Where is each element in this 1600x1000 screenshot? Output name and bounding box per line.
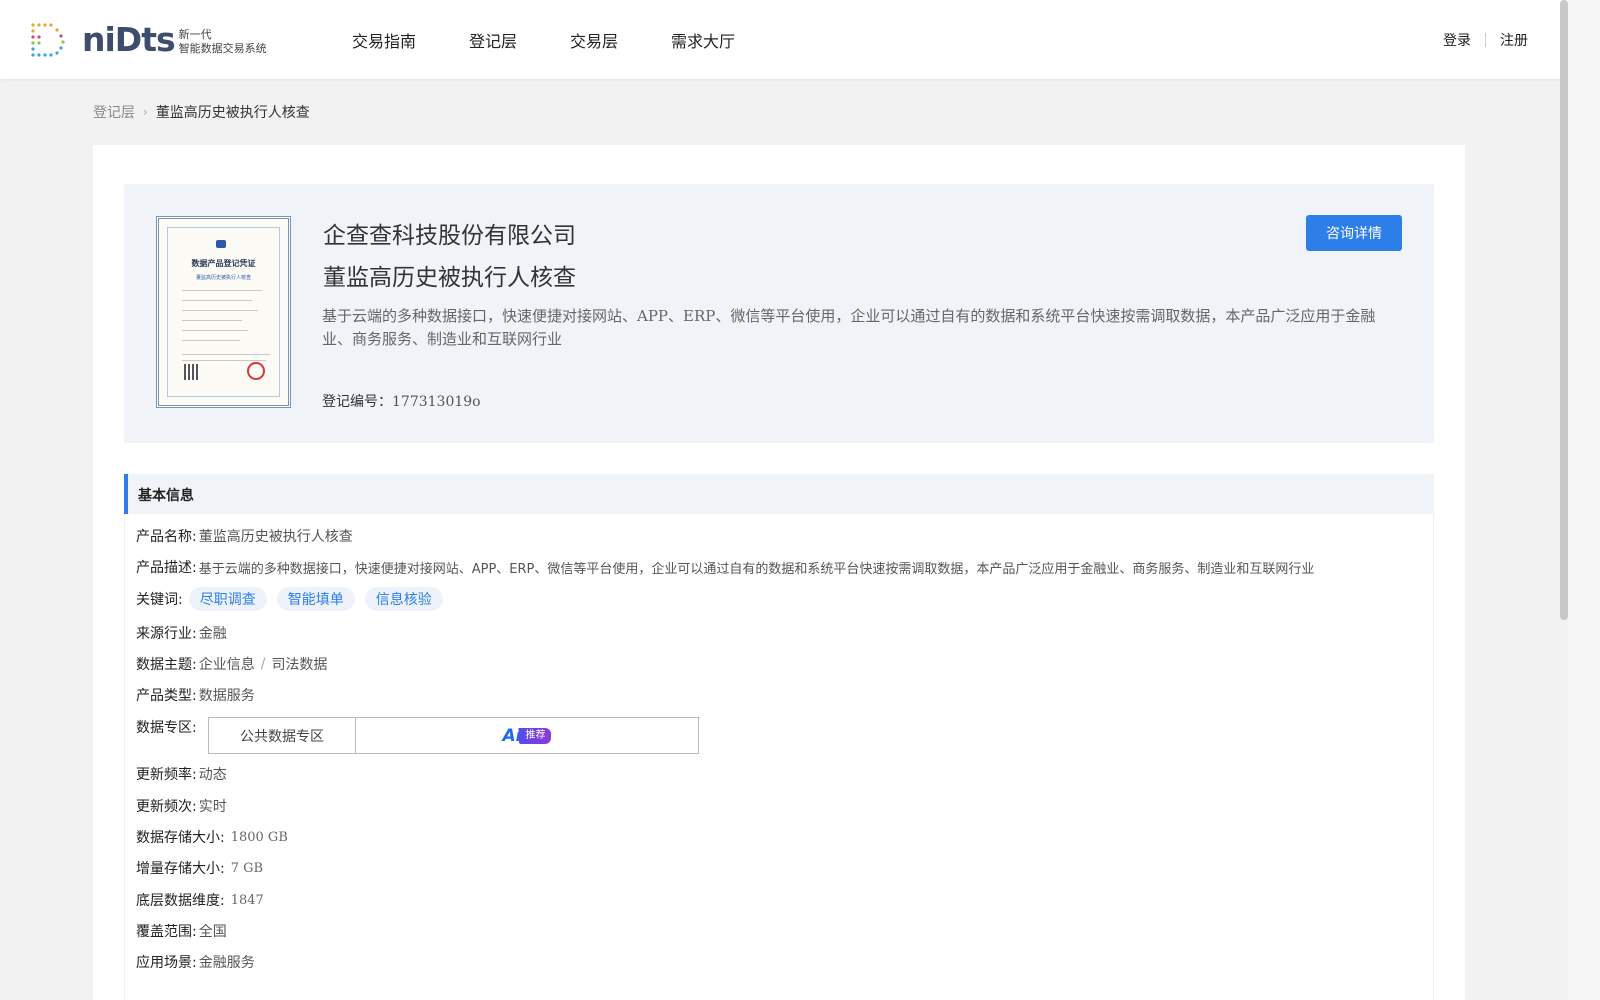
- info-label: 数据存储大小:: [136, 830, 225, 846]
- info-label: 更新频率:: [136, 767, 197, 783]
- info-label: 关键词:: [136, 592, 183, 608]
- nav-registration-layer[interactable]: 登记层: [469, 28, 517, 52]
- main-nav: 交易指南 登记层 交易层 需求大厅: [352, 0, 788, 79]
- ai-recommend-tag: 推荐: [519, 727, 552, 744]
- info-row-scene: 应用场景: 金融服务: [136, 952, 255, 972]
- certificate-line: [182, 310, 258, 311]
- info-row-type: 产品类型: 数据服务: [136, 685, 255, 705]
- info-value: 基于云端的多种数据接口，快速便捷对接网站、APP、ERP、微信等平台使用，企业可…: [198, 561, 1315, 577]
- info-row-product-name: 产品名称: 董监高历史被执行人核查: [136, 526, 353, 546]
- company-name: 企查查科技股份有限公司: [323, 223, 576, 249]
- info-value: 动态: [198, 767, 227, 783]
- info-row-storage: 数据存储大小: 1800 GB: [136, 827, 288, 847]
- info-value: 7 GB: [230, 860, 264, 876]
- info-row-industry: 来源行业: 金融: [136, 623, 227, 643]
- nav-demand-hall[interactable]: 需求大厅: [671, 28, 735, 52]
- page-scrollbar-track[interactable]: [1568, 0, 1600, 1000]
- certificate-logo-icon: [216, 240, 226, 248]
- info-row-frequency: 更新频率: 动态: [136, 764, 227, 784]
- certificate-line: [182, 300, 252, 301]
- info-row-times: 更新频次: 实时: [136, 796, 227, 816]
- info-row-coverage: 覆盖范围: 全国: [136, 921, 227, 941]
- info-value: 1800 GB: [230, 829, 288, 845]
- certificate-image: 数据产品登记凭证 董监高历史被执行人核查: [156, 216, 291, 408]
- registration-number-value: 177313019o: [392, 394, 481, 410]
- breadcrumb-current: 董监高历史被执行人核查: [155, 105, 310, 121]
- info-row-dimension: 底层数据维度: 1847: [136, 890, 264, 910]
- keyword-tag[interactable]: 尽职调查: [188, 587, 267, 611]
- basic-info-title: 基本信息: [138, 488, 194, 504]
- certificate-line: [182, 290, 262, 291]
- info-value: 金融服务: [198, 955, 255, 971]
- product-summary-panel: 数据产品登记凭证 董监高历史被执行人核查 企查查科技股份有限公司 董监高历史被执…: [124, 184, 1434, 443]
- info-label: 应用场景:: [136, 955, 197, 971]
- certificate-line: [182, 340, 240, 341]
- info-value: 企业信息: [198, 657, 255, 673]
- info-row-zone: 数据专区:: [136, 717, 197, 737]
- registration-number: 登记编号：177313019o: [322, 391, 481, 411]
- logo-dots-icon: [30, 22, 68, 58]
- info-label: 增量存储大小:: [136, 861, 225, 877]
- chevron-right-icon: ›: [143, 105, 148, 119]
- public-data-zone-cell[interactable]: 公共数据专区: [209, 718, 356, 753]
- certificate-line: [182, 330, 248, 331]
- info-label: 底层数据维度:: [136, 893, 225, 909]
- logo-tagline-line2: 智能数据交易系统: [178, 42, 267, 55]
- info-value: 1847: [230, 892, 264, 908]
- qr-code-icon: [184, 364, 200, 380]
- info-value: 数据服务: [198, 688, 255, 704]
- nav-trading-layer[interactable]: 交易层: [570, 28, 618, 52]
- consult-details-button[interactable]: 咨询详情: [1306, 215, 1402, 251]
- theme-separator: /: [260, 656, 266, 672]
- info-label: 更新频次:: [136, 799, 197, 815]
- info-value: 全国: [198, 924, 227, 940]
- certificate-line: [182, 360, 266, 361]
- product-detail-card: 数据产品登记凭证 董监高历史被执行人核查 企查查科技股份有限公司 董监高历史被执…: [93, 145, 1465, 1000]
- register-link[interactable]: 注册: [1500, 30, 1528, 50]
- keyword-tag[interactable]: 智能填单: [276, 587, 355, 611]
- logo-tagline-line1: 新一代: [178, 28, 212, 41]
- data-zone-table: 公共数据专区 Ai 推荐: [208, 717, 699, 754]
- logo-wordmark: niDts: [82, 20, 176, 59]
- ai-recommend-badge: Ai 推荐: [503, 727, 552, 745]
- auth-divider: [1485, 32, 1486, 47]
- info-label: 来源行业:: [136, 626, 197, 642]
- info-value: 金融: [198, 626, 227, 642]
- official-seal-icon: [247, 362, 265, 380]
- product-title: 董监高历史被执行人核查: [323, 265, 576, 291]
- info-label: 数据专区:: [136, 720, 197, 736]
- certificate-subtitle: 董监高历史被执行人核查: [195, 275, 251, 281]
- info-value: 实时: [198, 799, 227, 815]
- info-row-theme: 数据主题: 企业信息 / 司法数据: [136, 654, 327, 674]
- ai-recommend-cell[interactable]: Ai 推荐: [356, 718, 698, 753]
- info-value: 董监高历史被执行人核查: [198, 529, 353, 545]
- info-row-product-desc: 产品描述: 基于云端的多种数据接口，快速便捷对接网站、APP、ERP、微信等平台…: [136, 557, 1314, 577]
- certificate-title: 数据产品登记凭证: [191, 259, 256, 268]
- site-logo[interactable]: niDts 新一代 智能数据交易系统: [30, 20, 267, 60]
- info-label: 覆盖范围:: [136, 924, 197, 940]
- basic-info-body: 产品名称: 董监高历史被执行人核查 产品描述: 基于云端的多种数据接口，快速便捷…: [124, 514, 1434, 1000]
- info-label: 产品类型:: [136, 688, 197, 704]
- info-label: 产品描述:: [136, 560, 197, 576]
- top-header: niDts 新一代 智能数据交易系统 交易指南 登记层 交易层 需求大厅 登录 …: [0, 0, 1568, 79]
- certificate-line: [182, 320, 242, 321]
- auth-links: 登录 注册: [1443, 0, 1528, 79]
- basic-info-header: 基本信息: [124, 474, 1434, 514]
- certificate-line: [182, 354, 270, 355]
- info-value: 司法数据: [271, 657, 328, 673]
- certificate-frame: 数据产品登记凭证 董监高历史被执行人核查: [167, 227, 280, 397]
- login-link[interactable]: 登录: [1443, 30, 1471, 50]
- info-row-keywords: 关键词: 尽职调查 智能填单 信息核验: [136, 587, 447, 611]
- product-description: 基于云端的多种数据接口，快速便捷对接网站、APP、ERP、微信等平台使用，企业可…: [322, 307, 1376, 348]
- breadcrumb-parent[interactable]: 登记层: [93, 102, 135, 122]
- info-label: 数据主题:: [136, 657, 197, 673]
- info-row-increment: 增量存储大小: 7 GB: [136, 858, 263, 878]
- page-scrollbar-thumb[interactable]: [1560, 0, 1568, 620]
- registration-number-label: 登记编号：: [322, 394, 392, 410]
- breadcrumb: 登记层 › 董监高历史被执行人核查: [93, 102, 310, 122]
- keyword-tag[interactable]: 信息核验: [364, 587, 443, 611]
- nav-trading-guide[interactable]: 交易指南: [352, 28, 416, 52]
- logo-tagline: 新一代 智能数据交易系统: [179, 28, 267, 56]
- info-label: 产品名称:: [136, 529, 197, 545]
